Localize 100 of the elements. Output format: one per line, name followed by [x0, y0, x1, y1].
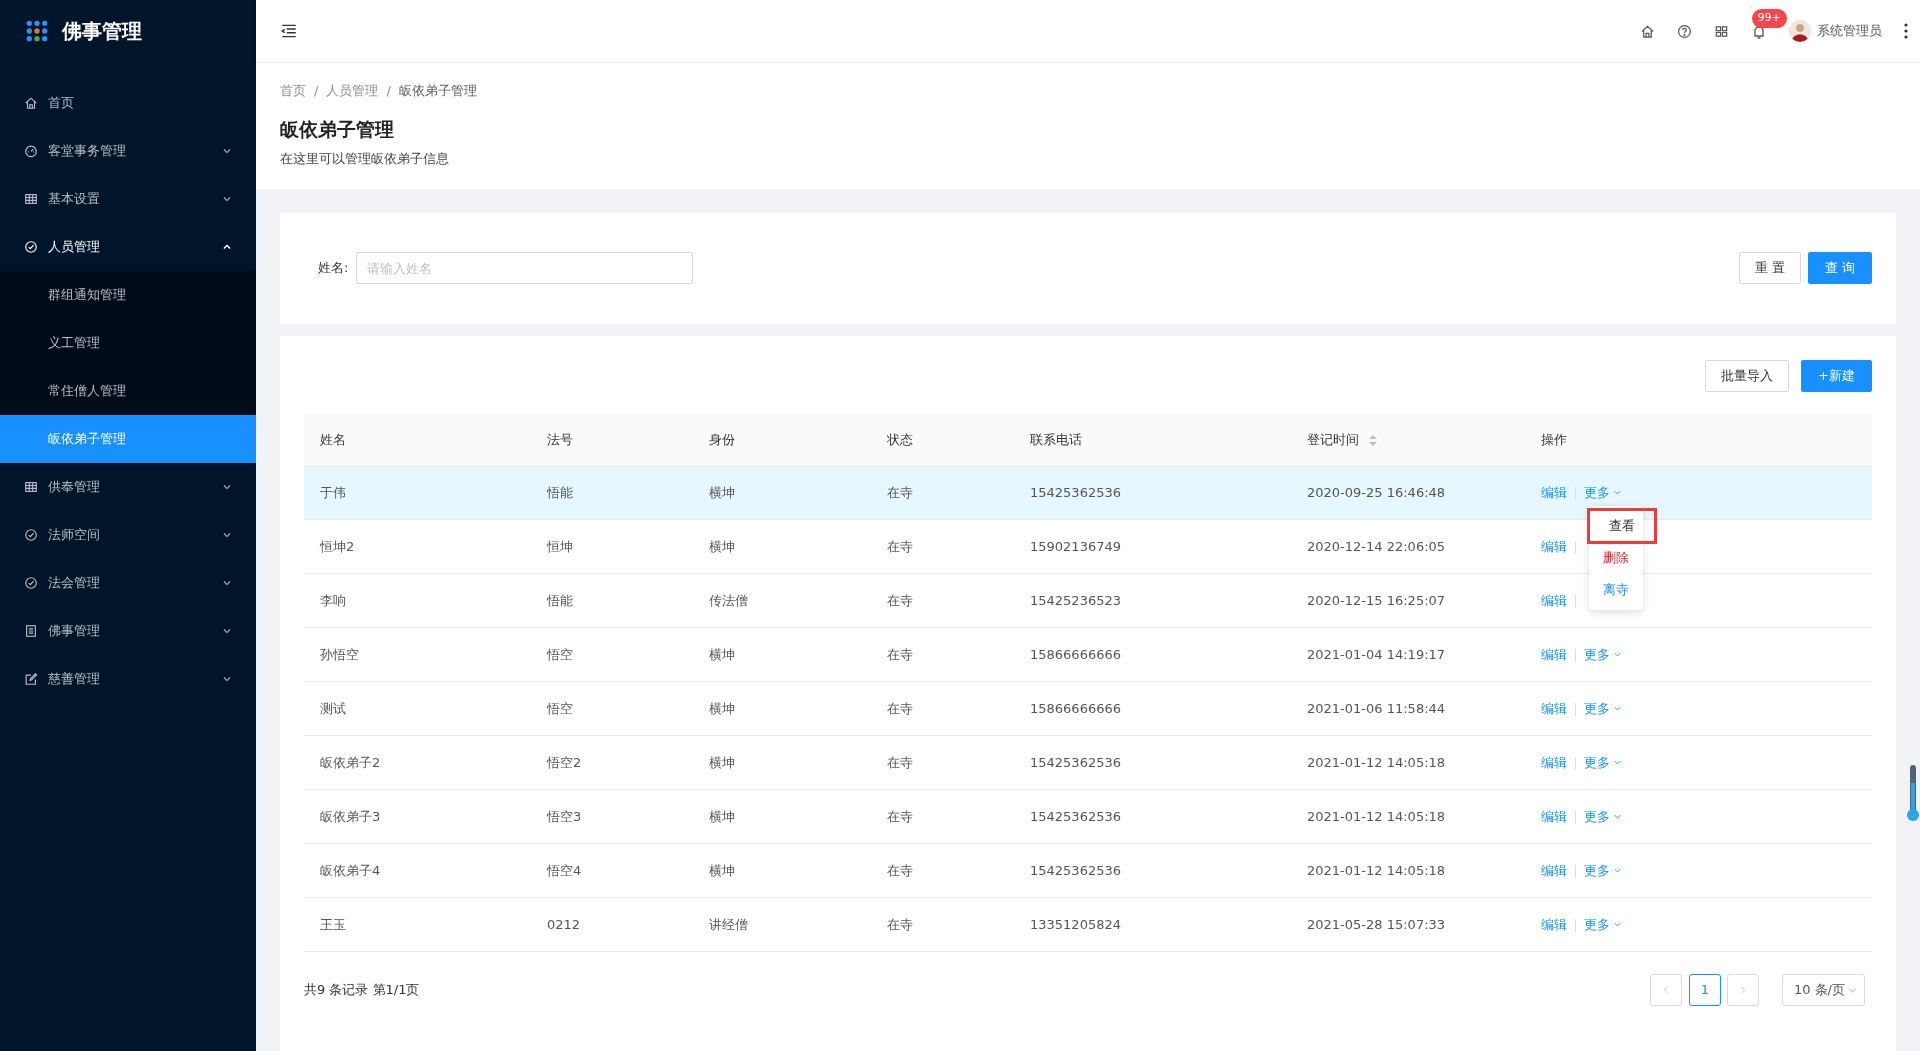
table-icon: [24, 480, 38, 494]
menu-item[interactable]: 删除: [1589, 541, 1643, 574]
table-cell: 恒坤: [531, 519, 693, 574]
apps-icon[interactable]: [1713, 23, 1729, 39]
breadcrumb-item[interactable]: 首页: [280, 81, 306, 101]
page-button[interactable]: 1: [1688, 974, 1721, 1006]
table-cell: 0212: [531, 897, 693, 952]
import-button[interactable]: 批量导入: [1705, 359, 1790, 392]
table-cell: 在寺: [871, 843, 1014, 898]
logo-icon: [26, 20, 48, 42]
table-cell: 15425362536: [1014, 789, 1291, 844]
table-cell: 皈依弟子3: [304, 789, 531, 844]
chevron-down-icon: [222, 674, 232, 684]
more-link[interactable]: 更多: [1584, 482, 1623, 503]
edit-link[interactable]: 编辑: [1541, 646, 1567, 662]
sidebar-item[interactable]: 供奉管理: [0, 463, 256, 511]
table-cell: 悟空3: [531, 789, 693, 844]
check-circle-icon: [24, 240, 38, 254]
sidebar-item[interactable]: 人员管理: [0, 223, 256, 271]
more-link[interactable]: 更多: [1584, 860, 1623, 881]
breadcrumb-item[interactable]: 人员管理: [326, 81, 379, 101]
table-cell: 在寺: [871, 735, 1014, 790]
table-cell: 15425236523: [1014, 573, 1291, 628]
breadcrumb-separator: /: [314, 82, 319, 100]
thermometer-icon: [1906, 765, 1920, 823]
table-cell: 横坤: [693, 843, 871, 898]
table-cell: 15902136749: [1014, 519, 1291, 574]
chevron-down-icon: [1613, 758, 1623, 767]
help-icon[interactable]: [1676, 23, 1692, 39]
table-cell: 在寺: [871, 519, 1014, 574]
sidebar-item[interactable]: 慈善管理: [0, 655, 256, 703]
table-cell: 传法僧: [693, 573, 871, 628]
more-link[interactable]: 更多: [1584, 806, 1623, 827]
table-cell: 于伟: [304, 465, 531, 520]
edit-link[interactable]: 编辑: [1541, 592, 1567, 608]
table-cell: 15425362536: [1014, 465, 1291, 520]
table-cell: 15425362536: [1014, 735, 1291, 790]
table-cell: 悟空: [531, 627, 693, 682]
table-cell: 在寺: [871, 627, 1014, 682]
page-size-select[interactable]: 10 条/页: [1781, 974, 1865, 1006]
sidebar-item[interactable]: 法会管理: [0, 559, 256, 607]
gauge-icon: [24, 144, 38, 158]
column-header: 联系电话: [1014, 413, 1291, 466]
sidebar-item[interactable]: 首页: [0, 79, 256, 127]
check-circle-icon: [24, 576, 38, 590]
chevron-down-icon: [222, 578, 232, 588]
record-summary: 共9 条记录 第1/1页: [304, 981, 420, 1000]
field-label: 姓名:: [318, 259, 349, 278]
table-cell: 横坤: [693, 789, 871, 844]
more-link[interactable]: 更多: [1584, 914, 1623, 935]
search-button[interactable]: 查 询: [1807, 252, 1872, 284]
sidebar-item[interactable]: 佛事管理: [0, 607, 256, 655]
table-cell: 王玉: [304, 897, 531, 952]
table-cell: 在寺: [871, 897, 1014, 952]
column-header: 法号: [531, 413, 693, 466]
edit-link[interactable]: 编辑: [1541, 484, 1567, 500]
sidebar-item[interactable]: 客堂事务管理: [0, 127, 256, 175]
edit-link[interactable]: 编辑: [1541, 538, 1567, 554]
chevron-down-icon: [1613, 920, 1623, 929]
sidebar-subitem[interactable]: 义工管理: [0, 319, 256, 367]
sidebar-subitem[interactable]: 皈依弟子管理: [0, 415, 256, 463]
edit-link[interactable]: 编辑: [1541, 754, 1567, 770]
table-cell: 孙悟空: [304, 627, 531, 682]
sidebar-item[interactable]: 法师空间: [0, 511, 256, 559]
menu-item[interactable]: 查看: [1589, 509, 1655, 542]
menu-item[interactable]: 离寺: [1589, 573, 1643, 606]
chevron-down-icon: [1613, 650, 1623, 659]
chevron-down-icon: [1613, 812, 1623, 821]
edit-link[interactable]: 编辑: [1541, 862, 1567, 878]
more-vertical-icon[interactable]: [1904, 23, 1908, 39]
table-cell: 在寺: [871, 789, 1014, 844]
table-cell: 2020-12-14 22:06:05: [1291, 519, 1525, 574]
more-link[interactable]: 更多: [1584, 698, 1623, 719]
table-cell: 李响: [304, 573, 531, 628]
more-link[interactable]: 更多: [1584, 644, 1623, 665]
page-title: 皈依弟子管理: [280, 116, 395, 142]
edit-link[interactable]: 编辑: [1541, 808, 1567, 824]
table-cell: 皈依弟子2: [304, 735, 531, 790]
table-cell: 横坤: [693, 681, 871, 736]
reset-button[interactable]: 重 置: [1739, 252, 1802, 284]
check-circle-icon: [24, 528, 38, 542]
home-icon: [24, 96, 38, 110]
menu-fold-icon[interactable]: [280, 22, 298, 40]
sidebar-item[interactable]: 基本设置: [0, 175, 256, 223]
user-name[interactable]: 系统管理员: [1817, 21, 1882, 41]
name-input-field[interactable]: 请输入姓名: [356, 252, 694, 284]
avatar[interactable]: [1788, 20, 1811, 42]
sidebar-subitem[interactable]: 常住僧人管理: [0, 367, 256, 415]
new-button[interactable]: +新建: [1801, 359, 1872, 392]
column-header[interactable]: 登记时间: [1291, 413, 1525, 466]
edit-link[interactable]: 编辑: [1541, 916, 1567, 932]
breadcrumb-item: 皈依弟子管理: [398, 82, 477, 100]
table-cell: 2021-01-12 14:05:18: [1291, 789, 1525, 844]
edit-icon: [24, 672, 38, 686]
home-icon[interactable]: [1639, 23, 1655, 39]
more-link[interactable]: 更多: [1584, 752, 1623, 773]
chevron-down-icon: [222, 194, 232, 204]
table-cell: 悟空4: [531, 843, 693, 898]
edit-link[interactable]: 编辑: [1541, 700, 1567, 716]
sidebar-subitem[interactable]: 群组通知管理: [0, 271, 256, 319]
